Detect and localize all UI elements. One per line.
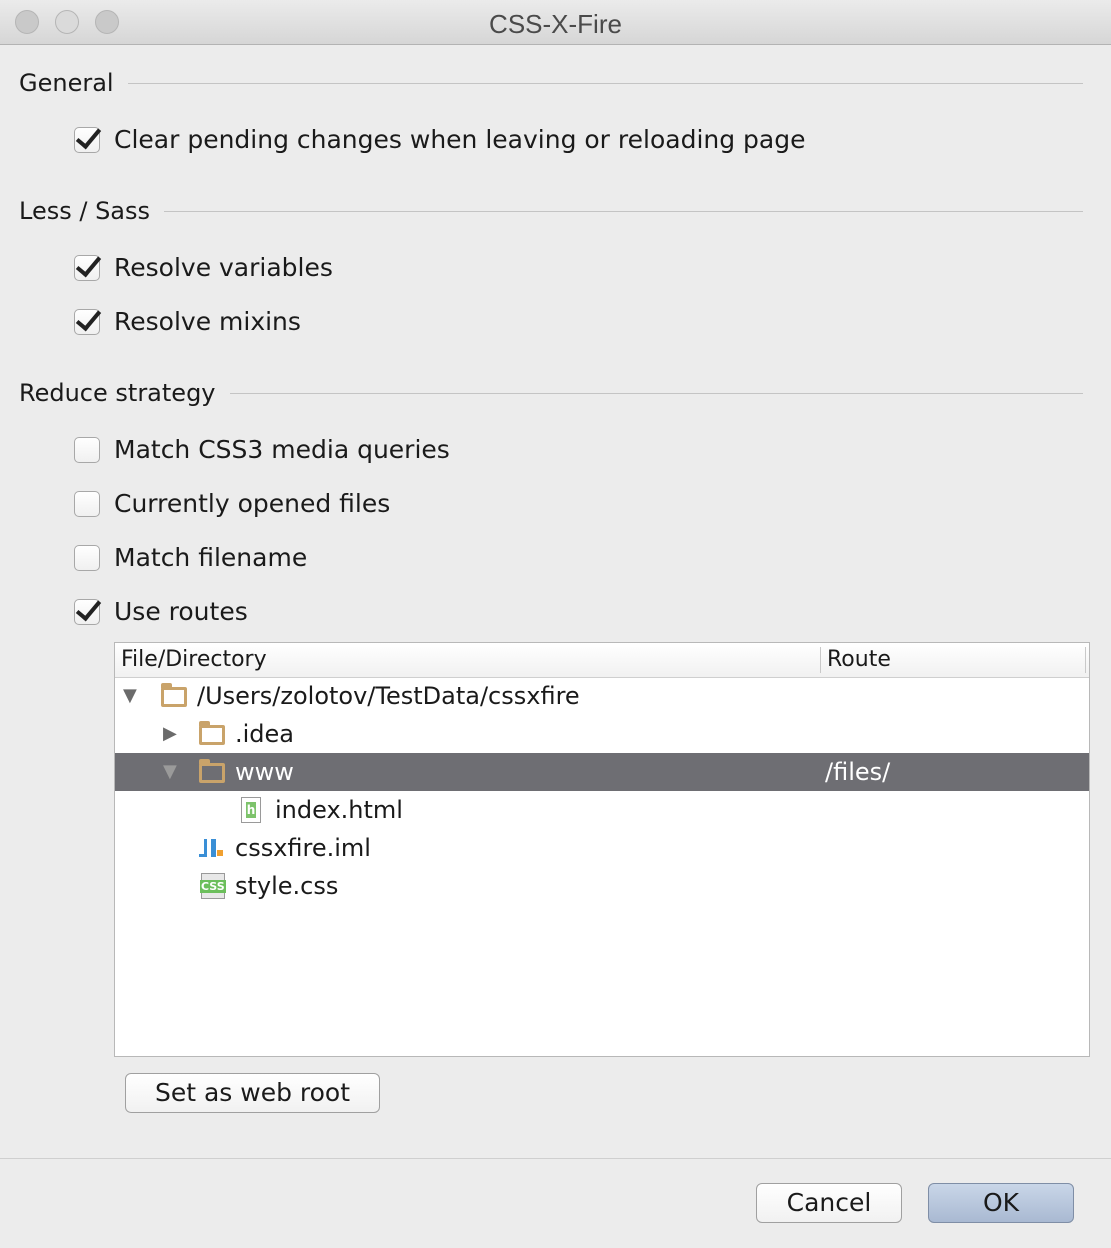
section-divider (19, 83, 1083, 84)
column-header-route[interactable]: Route (827, 643, 891, 677)
window-title: CSS-X-Fire (489, 9, 622, 39)
use-routes-checkbox[interactable] (74, 599, 100, 625)
match-media-checkbox-row[interactable]: Match CSS3 media queries (74, 434, 450, 466)
use-routes-checkbox-row[interactable]: Use routes (74, 596, 248, 628)
row-name: style.css (235, 872, 339, 900)
row-name: .idea (235, 720, 295, 748)
folder-icon (199, 721, 225, 745)
section-label: Reduce strategy (19, 378, 230, 408)
table-row[interactable]: CSS style.css (115, 867, 1089, 905)
footer-divider (0, 1158, 1111, 1159)
resolve-mixins-checkbox-row[interactable]: Resolve mixins (74, 306, 301, 338)
iml-file-icon (199, 836, 223, 860)
table-row-selected[interactable]: ▼ www /files/ (115, 753, 1089, 791)
table-header: File/Directory Route (115, 643, 1089, 678)
column-separator (1085, 647, 1086, 673)
cancel-button[interactable]: Cancel (756, 1183, 902, 1223)
column-header-file[interactable]: File/Directory (121, 643, 267, 677)
row-route[interactable]: /files/ (825, 753, 890, 791)
expand-down-icon[interactable]: ▼ (163, 753, 177, 791)
table-row[interactable]: h index.html (115, 791, 1089, 829)
html-file-icon: h (241, 797, 261, 823)
set-web-root-button[interactable]: Set as web root (125, 1073, 380, 1113)
css-file-icon: CSS (200, 873, 226, 899)
opened-files-label: Currently opened files (114, 489, 391, 518)
resolve-variables-label: Resolve variables (114, 253, 333, 282)
section-divider (19, 211, 1083, 212)
section-label: General (19, 68, 128, 98)
resolve-variables-checkbox[interactable] (74, 255, 100, 281)
opened-files-checkbox-row[interactable]: Currently opened files (74, 488, 390, 520)
folder-icon (161, 683, 187, 707)
column-separator[interactable] (820, 647, 821, 673)
section-general: General (19, 68, 1083, 98)
title-bar: CSS-X-Fire (0, 0, 1111, 45)
row-name: cssxfire.iml (235, 834, 371, 862)
match-filename-checkbox[interactable] (74, 545, 100, 571)
section-label: Less / Sass (19, 196, 165, 226)
resolve-mixins-checkbox[interactable] (74, 309, 100, 335)
ok-button[interactable]: OK (928, 1183, 1074, 1223)
match-media-checkbox[interactable] (74, 437, 100, 463)
section-reduce-strategy: Reduce strategy (19, 378, 1083, 408)
match-media-label: Match CSS3 media queries (114, 435, 450, 464)
opened-files-checkbox[interactable] (74, 491, 100, 517)
table-row[interactable]: ▶ .idea (115, 715, 1089, 753)
clear-pending-checkbox[interactable] (74, 127, 100, 153)
row-name: www (235, 758, 294, 786)
routes-tree-table[interactable]: File/Directory Route ▼ /Users/zolotov/Te… (114, 642, 1090, 1057)
resolve-variables-checkbox-row[interactable]: Resolve variables (74, 252, 333, 284)
clear-pending-checkbox-row[interactable]: Clear pending changes when leaving or re… (74, 124, 806, 156)
use-routes-label: Use routes (114, 597, 248, 626)
expand-right-icon[interactable]: ▶ (163, 715, 177, 753)
clear-pending-label: Clear pending changes when leaving or re… (114, 125, 806, 154)
row-name: index.html (275, 796, 403, 824)
expand-down-icon[interactable]: ▼ (123, 677, 137, 715)
match-filename-label: Match filename (114, 543, 308, 572)
table-row[interactable]: cssxfire.iml (115, 829, 1089, 867)
table-row[interactable]: ▼ /Users/zolotov/TestData/cssxfire (115, 677, 1089, 715)
match-filename-checkbox-row[interactable]: Match filename (74, 542, 307, 574)
section-less-sass: Less / Sass (19, 196, 1083, 226)
folder-icon (199, 759, 225, 783)
resolve-mixins-label: Resolve mixins (114, 307, 301, 336)
row-name: /Users/zolotov/TestData/cssxfire (197, 682, 580, 710)
